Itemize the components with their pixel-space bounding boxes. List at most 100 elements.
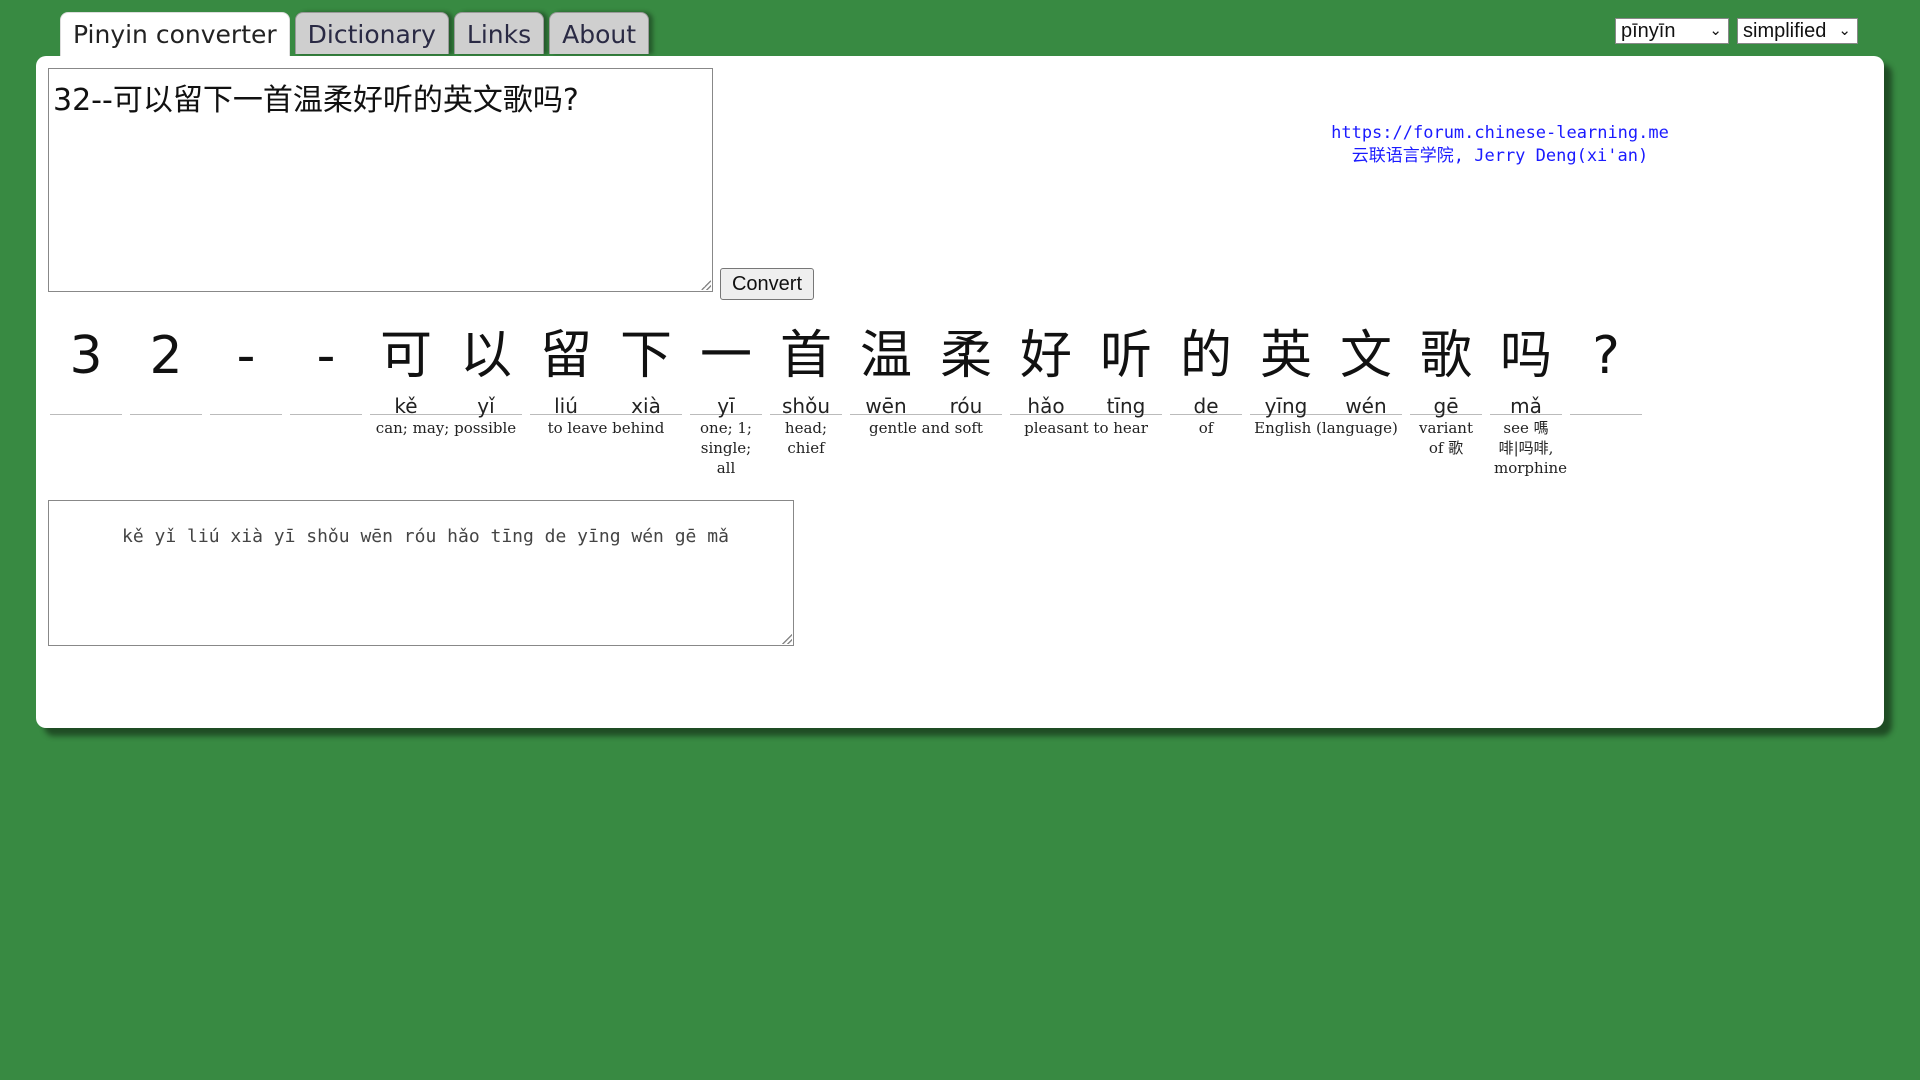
pinyin-reading: róu xyxy=(949,394,983,418)
character-cell: - xyxy=(210,318,282,414)
character-cell: 一 yī xyxy=(690,318,762,418)
hanzi-character: 留 xyxy=(539,326,592,386)
pinyin-reading: tīng xyxy=(1106,394,1146,418)
script-mode-value: simplified xyxy=(1743,20,1827,42)
forum-link[interactable]: https://forum.chinese-learning.me xyxy=(1300,122,1700,145)
definition-text: gentle and soft xyxy=(869,419,983,437)
hanzi-character: 温 xyxy=(859,326,912,386)
annotated-characters-row: 3 2- - 可 kě 以 yǐ can; may; possible 留 liú 下 xià to l… xyxy=(50,318,1650,478)
word-segment: 英 yīng 文 wén English (language) xyxy=(1250,318,1402,478)
tab-about[interactable]: About xyxy=(549,12,650,54)
definition-text: to leave behind xyxy=(547,419,665,437)
chinese-input-textarea[interactable]: 32--可以留下一首温柔好听的英文歌吗? xyxy=(48,68,713,292)
character-cell: 的 de xyxy=(1170,318,1242,418)
word-segment: 一 yī one; 1; single; all xyxy=(690,318,762,478)
definition-text: see 嗎啡|吗啡, morphine xyxy=(1494,419,1568,477)
chevron-down-icon: ⌄ xyxy=(1709,22,1722,39)
tab-links[interactable]: Links xyxy=(453,12,545,54)
resize-handle[interactable] xyxy=(782,634,792,644)
definition-text: English (language) xyxy=(1254,419,1398,437)
hanzi-character: 的 xyxy=(1179,326,1232,386)
word-segment: 3 xyxy=(50,318,122,478)
segment-characters: 可 kě 以 yǐ xyxy=(370,318,522,418)
character-cell: 柔 róu xyxy=(930,318,1002,418)
tab-dictionary[interactable]: Dictionary xyxy=(294,12,449,54)
definition-text: one; 1; single; all xyxy=(700,419,752,477)
output-text: kě yǐ liú xià yī shǒu wēn róu hǎo tīng d… xyxy=(100,526,729,547)
word-segment: - xyxy=(210,318,282,478)
input-text: 32--可以留下一首温柔好听的英文歌吗? xyxy=(53,83,579,118)
definition-text: pleasant to hear xyxy=(1024,419,1148,437)
pinyin-reading: hǎo xyxy=(1027,394,1065,418)
segment-characters: - xyxy=(210,318,282,415)
word-segment: 的 de of xyxy=(1170,318,1242,478)
pinyin-mode-value: pīnyīn xyxy=(1621,20,1676,42)
character-cell: 好 hǎo xyxy=(1010,318,1082,418)
character-cell: - xyxy=(290,318,362,414)
character-cell: 英 yīng xyxy=(1250,318,1322,418)
hanzi-character: 文 xyxy=(1339,326,1392,386)
hanzi-character: 首 xyxy=(779,326,832,386)
word-segment: 2 xyxy=(130,318,202,478)
character-cell: 2 xyxy=(130,318,202,414)
pinyin-reading: shǒu xyxy=(781,394,830,418)
pinyin-reading: wén xyxy=(1345,394,1387,418)
hanzi-character: 吗 xyxy=(1499,326,1552,386)
hanzi-character: 可 xyxy=(379,326,432,386)
resize-handle[interactable] xyxy=(701,280,711,290)
definition-text: variant of 歌 xyxy=(1418,419,1474,457)
segment-characters: 歌 gē xyxy=(1410,318,1482,418)
pinyin-reading: kě xyxy=(394,394,418,418)
character-cell: 吗 mǎ xyxy=(1490,318,1562,418)
word-segment: 温 wēn 柔 róu gentle and soft xyxy=(850,318,1002,478)
word-segment: ? xyxy=(1570,318,1642,478)
credits: https://forum.chinese-learning.me 云联语言学院… xyxy=(1300,122,1700,168)
hanzi-character: 歌 xyxy=(1419,326,1472,386)
pinyin-reading: liú xyxy=(554,394,578,418)
hanzi-character: 3 xyxy=(69,326,103,386)
pinyin-reading: de xyxy=(1193,394,1219,418)
segment-characters: 英 yīng 文 wén xyxy=(1250,318,1402,418)
segment-characters: 好 hǎo 听 tīng xyxy=(1010,318,1162,418)
chevron-down-icon: ⌄ xyxy=(1838,22,1851,39)
convert-button[interactable]: Convert xyxy=(720,268,814,300)
hanzi-character: 一 xyxy=(699,326,752,386)
character-cell: 留 liú xyxy=(530,318,602,418)
tab-pinyin-converter[interactable]: Pinyin converter xyxy=(60,12,290,57)
segment-characters: 一 yī xyxy=(690,318,762,418)
segment-characters: 2 xyxy=(130,318,202,415)
pinyin-mode-select[interactable]: pīnyīn ⌄ xyxy=(1615,18,1729,44)
character-cell: 以 yǐ xyxy=(450,318,522,418)
pinyin-reading: wēn xyxy=(865,394,907,418)
definition-text: head; chief xyxy=(784,419,828,457)
word-segment: 首 shǒu head; chief xyxy=(770,318,842,478)
hanzi-character: ? xyxy=(1592,326,1620,386)
pinyin-reading: gē xyxy=(1433,394,1459,418)
pinyin-reading: yīng xyxy=(1264,394,1308,418)
option-selects: pīnyīn ⌄ simplified ⌄ xyxy=(1615,18,1858,44)
hanzi-character: - xyxy=(316,326,336,386)
word-segment: 好 hǎo 听 tīng pleasant to hear xyxy=(1010,318,1162,478)
segment-characters: 留 liú 下 xià xyxy=(530,318,682,418)
hanzi-character: 听 xyxy=(1099,326,1152,386)
character-cell: ? xyxy=(1570,318,1642,414)
script-mode-select[interactable]: simplified ⌄ xyxy=(1737,18,1858,44)
hanzi-character: 柔 xyxy=(939,326,992,386)
hanzi-character: 英 xyxy=(1259,326,1312,386)
character-cell: 下 xià xyxy=(610,318,682,418)
character-cell: 温 wēn xyxy=(850,318,922,418)
character-cell: 3 xyxy=(50,318,122,414)
character-cell: 可 kě xyxy=(370,318,442,418)
word-segment: 歌 gē variant of 歌 xyxy=(1410,318,1482,478)
segment-characters: 的 de xyxy=(1170,318,1242,418)
hanzi-character: 下 xyxy=(619,326,672,386)
segment-characters: 吗 mǎ xyxy=(1490,318,1562,418)
definition-text: can; may; possible xyxy=(375,419,517,437)
pinyin-output-textarea[interactable]: kě yǐ liú xià yī shǒu wēn róu hǎo tīng d… xyxy=(48,500,794,646)
word-segment: 吗 mǎ see 嗎啡|吗啡, morphine xyxy=(1490,318,1568,478)
hanzi-character: 2 xyxy=(149,326,183,386)
pinyin-reading: yǐ xyxy=(477,394,495,418)
character-cell: 听 tīng xyxy=(1090,318,1162,418)
word-segment: 可 kě 以 yǐ can; may; possible xyxy=(370,318,522,478)
pinyin-reading: xià xyxy=(631,394,661,418)
